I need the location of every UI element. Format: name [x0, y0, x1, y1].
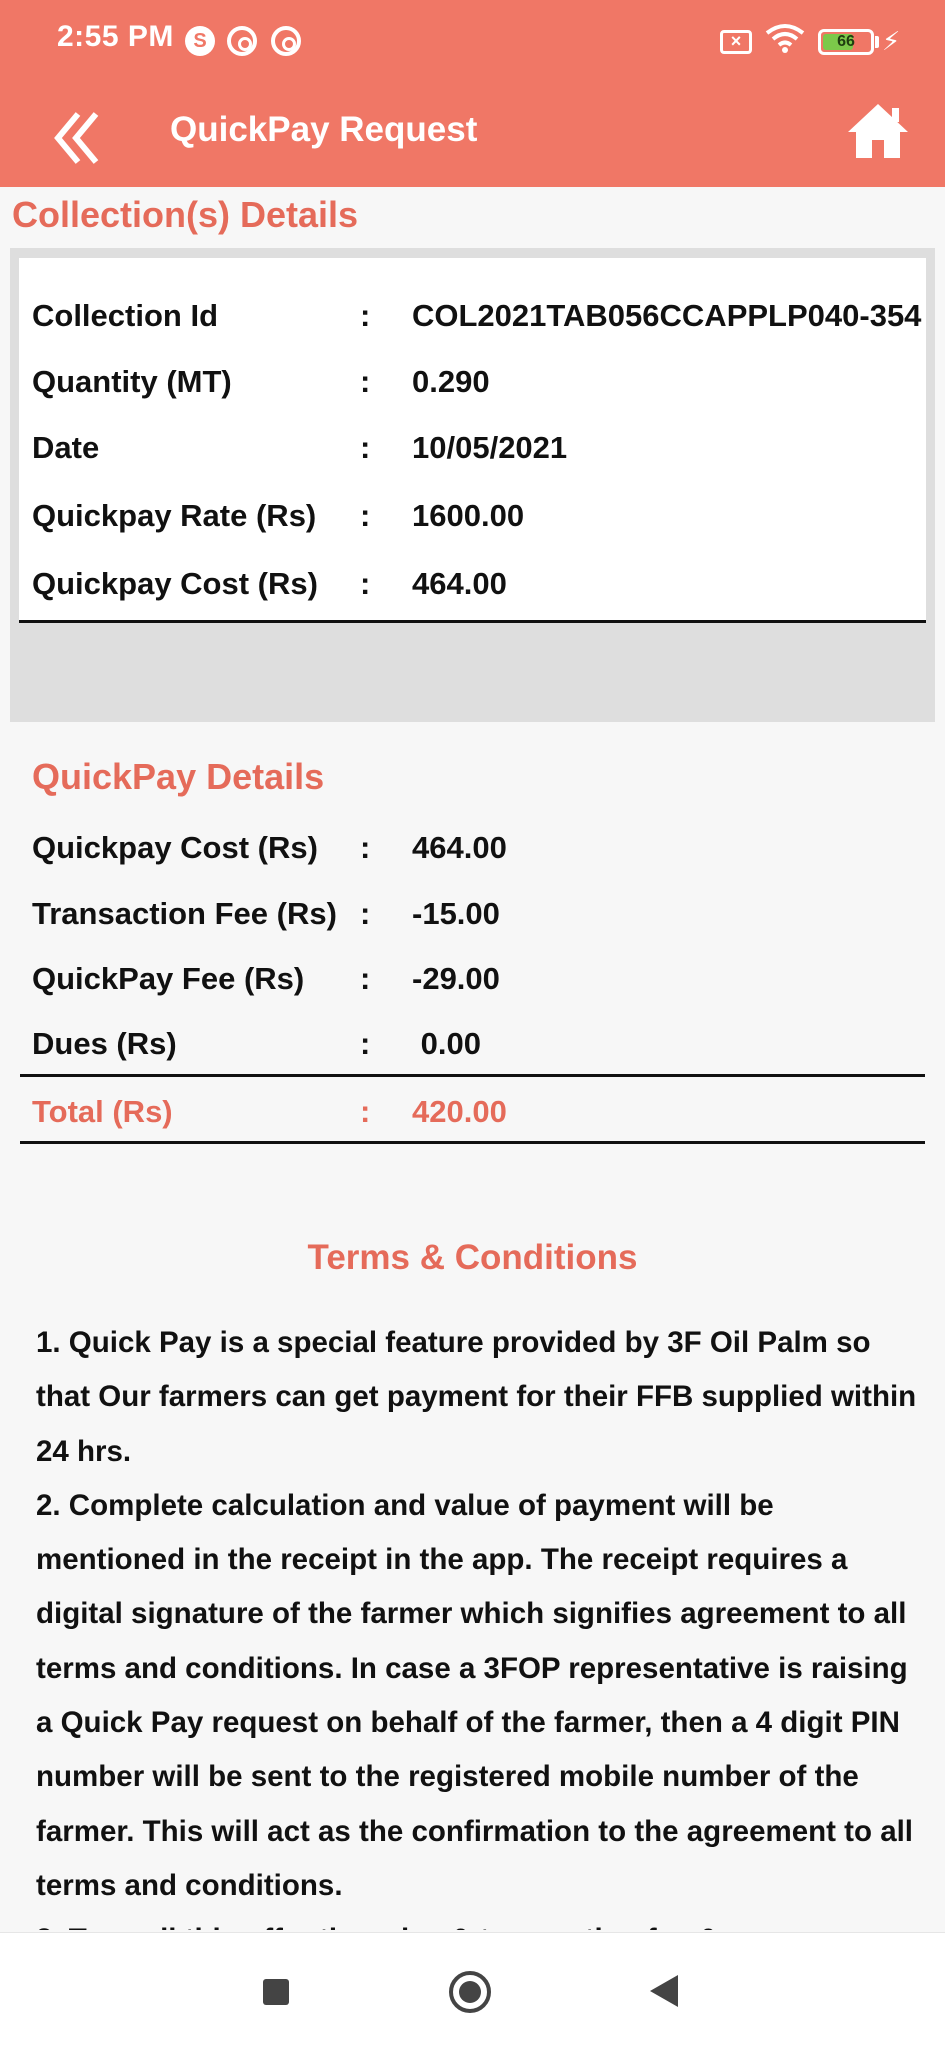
row-label: QuickPay Fee (Rs) [32, 961, 305, 996]
row-separator: : [360, 566, 371, 601]
back-button[interactable] [52, 108, 104, 168]
row-label: Quickpay Cost (Rs) [32, 830, 318, 865]
row-value: -15.00 [412, 896, 500, 931]
row-separator: : [360, 364, 371, 399]
row-separator: : [360, 498, 371, 533]
system-nav-bar [0, 1932, 945, 2048]
notification-icon [271, 26, 301, 56]
row-separator: : [360, 1094, 371, 1129]
page-title: QuickPay Request [170, 110, 478, 149]
row-value: 0.290 [412, 364, 490, 399]
row-value: 10/05/2021 [412, 430, 568, 465]
battery-level: 66 [837, 33, 855, 50]
row-separator: : [360, 430, 371, 465]
row-label: Quickpay Rate (Rs) [32, 498, 317, 533]
no-sim-icon: × [720, 30, 752, 54]
terms-text[interactable]: 1. Quick Pay is a special feature provid… [36, 1316, 926, 1930]
double-chevron-left-icon [54, 112, 99, 164]
home-nav-button[interactable] [449, 1971, 491, 2013]
row-label: Quickpay Cost (Rs) [32, 566, 318, 601]
row-label: Dues (Rs) [32, 1026, 177, 1061]
status-time: 2:55 PM [57, 20, 174, 53]
status-bar: 2:55 PM S × 66 ⚡ [0, 0, 945, 84]
row-label: Date [32, 430, 100, 465]
terms-paragraph: 3. To avail this offer the price & trans… [36, 1913, 926, 1930]
row-separator: : [360, 961, 371, 996]
row-value: 464.00 [412, 566, 507, 601]
total-value: 420.00 [412, 1094, 507, 1129]
skype-notification-icon: S [185, 26, 215, 56]
notification-icon [227, 26, 257, 56]
collection-section-title: Collection(s) Details [12, 194, 359, 235]
battery-tip [875, 36, 879, 48]
terms-title: Terms & Conditions [307, 1238, 638, 1277]
terms-paragraph: 1. Quick Pay is a special feature provid… [36, 1326, 917, 1468]
row-label: Collection Id [32, 298, 218, 333]
quickpay-section-title: QuickPay Details [32, 756, 325, 797]
wifi-icon [765, 24, 805, 53]
charging-icon: ⚡ [882, 26, 901, 56]
divider [20, 1141, 925, 1144]
row-value: 0.00 [412, 1026, 481, 1061]
row-label: Transaction Fee (Rs) [32, 896, 337, 931]
row-value: 464.00 [412, 830, 507, 865]
divider [20, 1074, 925, 1077]
total-label: Total (Rs) [32, 1094, 173, 1129]
row-separator: : [360, 830, 371, 865]
app-bar: 2:55 PM S × 66 ⚡ QuickPay Request [0, 0, 945, 187]
row-separator: : [360, 298, 371, 333]
row-separator: : [360, 896, 371, 931]
row-separator: : [360, 1026, 371, 1061]
row-value: COL2021TAB056CCAPPLP040-354 [412, 298, 922, 333]
row-value: -29.00 [412, 961, 500, 996]
home-button[interactable] [846, 100, 910, 160]
back-nav-button[interactable] [650, 1975, 678, 2007]
recents-button[interactable] [263, 1979, 289, 2005]
row-value: 1600.00 [412, 498, 525, 533]
battery-icon: 66 [818, 29, 874, 55]
home-icon [848, 104, 908, 158]
terms-paragraph: 2. Complete calculation and value of pay… [36, 1488, 914, 1902]
row-label: Quantity (MT) [32, 364, 232, 399]
